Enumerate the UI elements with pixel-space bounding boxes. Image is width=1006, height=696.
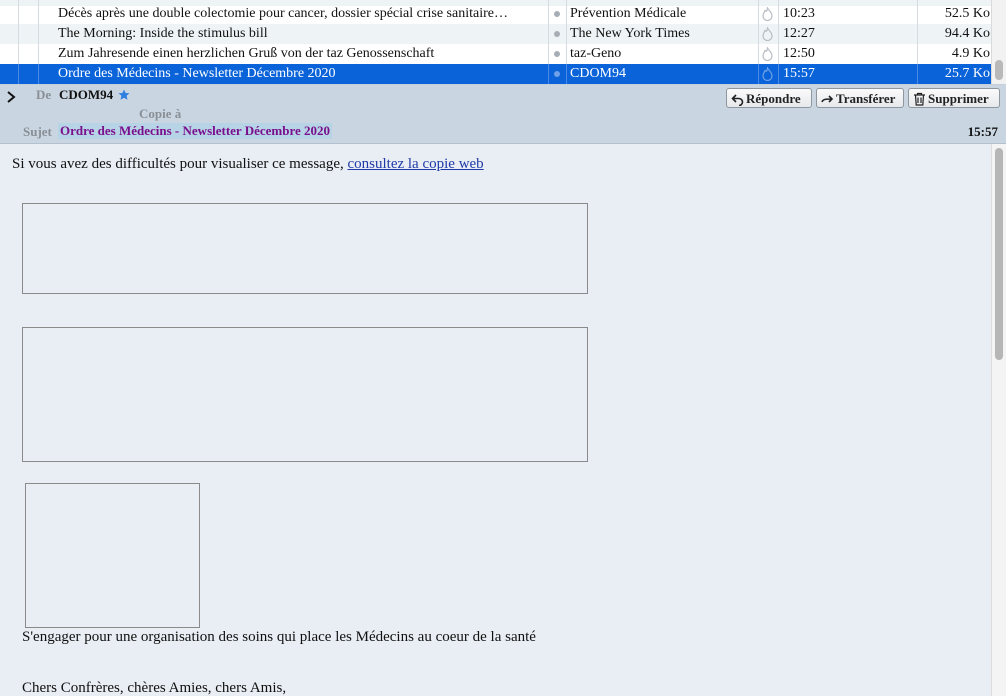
read-status-dot-icon[interactable] bbox=[554, 51, 560, 57]
junk-status-icon[interactable] bbox=[761, 7, 774, 21]
message-subject: Décès après une double colectomie pour c… bbox=[58, 6, 508, 21]
greeting-text: Chers Confrères, chères Amies, chers Ami… bbox=[22, 680, 287, 696]
message-sender: taz-Geno bbox=[570, 46, 622, 61]
from-label: De bbox=[36, 87, 52, 102]
message-date: 10:23 bbox=[783, 6, 815, 21]
message-size: 4.9 Ko bbox=[951, 46, 990, 61]
scrollbar-thumb[interactable] bbox=[995, 148, 1003, 360]
cc-label: Copie à bbox=[139, 106, 182, 121]
intro-paragraph: Si vous avez des difficultés pour visual… bbox=[12, 156, 484, 173]
message-sender: CDOM94 bbox=[570, 66, 627, 81]
message-subject: Ordre des Médecins - Newsletter Décembre… bbox=[58, 66, 336, 81]
message-sender: The New York Times bbox=[570, 26, 690, 41]
chevron-right-icon[interactable] bbox=[4, 90, 18, 104]
image-placeholder bbox=[22, 203, 588, 294]
message-size: 25.7 Ko bbox=[944, 66, 990, 81]
message-list[interactable]: Décès après une double colectomie pour c… bbox=[0, 0, 1006, 85]
tagline-text: S'engager pour une organisation des soin… bbox=[22, 629, 536, 645]
message-time: 15:57 bbox=[967, 124, 998, 139]
message-list-scrollbar[interactable] bbox=[991, 0, 1006, 84]
delete-label: Supprimer bbox=[928, 91, 989, 106]
read-status-dot-icon[interactable] bbox=[554, 11, 560, 17]
contact-star-icon[interactable] bbox=[118, 89, 130, 101]
message-size: 94.4 Ko bbox=[944, 26, 990, 41]
message-size: 52.5 Ko bbox=[944, 6, 990, 21]
scrollbar-thumb[interactable] bbox=[995, 60, 1003, 80]
trash-icon bbox=[914, 92, 925, 106]
message-row[interactable]: Décès après une double colectomie pour c… bbox=[0, 4, 992, 24]
message-body: Si vous avez des difficultés pour visual… bbox=[0, 144, 992, 696]
message-subject: The Morning: Inside the stimulus bill bbox=[58, 26, 268, 41]
from-value[interactable]: CDOM94 bbox=[59, 87, 113, 103]
message-subject: Zum Jahresende einen herzlichen Gruß von… bbox=[58, 46, 435, 61]
forward-icon bbox=[821, 95, 834, 103]
intro-text: Si vous avez des difficultés pour visual… bbox=[12, 156, 348, 172]
message-sender: Prévention Médicale bbox=[570, 6, 687, 21]
message-header-pane: De CDOM94 Copie à Sujet Ordre des Médeci… bbox=[0, 85, 1006, 144]
message-date: 15:57 bbox=[783, 66, 815, 81]
reply-label: Répondre bbox=[746, 91, 801, 106]
message-date: 12:50 bbox=[783, 46, 815, 61]
reply-icon bbox=[731, 94, 744, 107]
read-status-dot-icon[interactable] bbox=[554, 31, 560, 37]
message-row[interactable]: Zum Jahresende einen herzlichen Gruß von… bbox=[0, 44, 992, 64]
junk-status-icon[interactable] bbox=[761, 27, 774, 41]
junk-status-icon[interactable] bbox=[761, 47, 774, 61]
subject-value: Ordre des Médecins - Newsletter Décembre… bbox=[58, 123, 333, 139]
read-status-dot-icon[interactable] bbox=[554, 71, 560, 77]
forward-label: Transférer bbox=[836, 91, 896, 106]
forward-button[interactable]: Transférer bbox=[816, 88, 904, 108]
message-row[interactable]: The Morning: Inside the stimulus bill Th… bbox=[0, 24, 992, 44]
message-date: 12:27 bbox=[783, 26, 815, 41]
reply-button[interactable]: Répondre bbox=[726, 88, 812, 108]
junk-status-icon[interactable] bbox=[761, 67, 774, 81]
message-row-selected[interactable]: Ordre des Médecins - Newsletter Décembre… bbox=[0, 64, 992, 84]
subject-label: Sujet bbox=[23, 124, 52, 139]
image-placeholder bbox=[25, 483, 200, 628]
message-body-scrollbar[interactable] bbox=[991, 144, 1006, 696]
delete-button[interactable]: Supprimer bbox=[908, 88, 1000, 108]
image-placeholder bbox=[22, 327, 588, 462]
web-copy-link[interactable]: consultez la copie web bbox=[347, 156, 483, 172]
